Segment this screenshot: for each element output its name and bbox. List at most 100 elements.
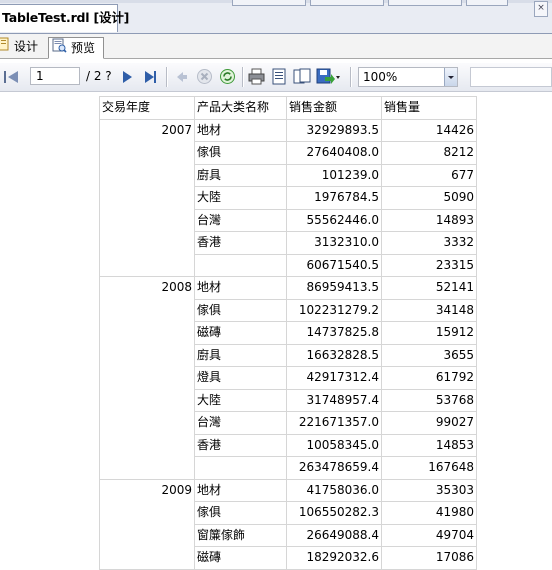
sales-qty-cell: 17086 (381, 546, 477, 570)
current-page-input[interactable]: 1 (30, 67, 80, 85)
page-total-label: / 2 ? (86, 69, 112, 83)
sales-amount-cell: 86959413.5 (286, 276, 382, 300)
toolbar-separator (242, 67, 244, 87)
back-icon[interactable] (176, 71, 188, 83)
sales-amount-cell: 3132310.0 (286, 231, 382, 255)
sales-amount-cell: 1976784.5 (286, 186, 382, 210)
next-page-icon[interactable] (121, 70, 133, 84)
sales-amount-cell: 16632828.5 (286, 343, 382, 367)
sales-qty-cell: 14426 (381, 118, 477, 142)
category-cell: 地材 (194, 478, 287, 502)
column-header: 销售量 (381, 96, 477, 120)
sales-amount-cell: 55562446.0 (286, 208, 382, 232)
tab-design[interactable]: 设计 (0, 37, 44, 57)
background-tab[interactable] (388, 0, 462, 6)
category-cell: 磁磚 (194, 546, 287, 570)
sales-qty-cell: 61792 (381, 366, 477, 390)
report-table-body: 交易年度 产品大类名称 销售金额 销售量 2007 地材 32929893.5 144… (99, 96, 477, 570)
table-row: 2008 地材 86959413.5 52141 (99, 276, 477, 480)
print-layout-icon[interactable] (271, 68, 287, 85)
sales-qty-cell: 5090 (381, 186, 477, 210)
sales-qty-cell: 14853 (381, 433, 477, 457)
column-header: 销售金额 (286, 96, 382, 120)
category-cell: 傢俱 (194, 298, 287, 322)
category-cell: 燈具 (194, 366, 287, 390)
sales-qty-cell: 8212 (381, 141, 477, 165)
report-table: 交易年度 产品大类名称 销售金额 销售量 2007 地材 32929893.5 144… (99, 96, 477, 570)
toolbar-separator (166, 67, 168, 87)
preview-icon (52, 38, 67, 59)
stop-icon[interactable] (196, 68, 213, 85)
sales-amount-cell: 10058345.0 (286, 433, 382, 457)
subtotal-qty-cell: 23315 (381, 253, 477, 277)
sales-qty-cell: 15912 (381, 321, 477, 345)
sales-amount-cell: 18292032.6 (286, 546, 382, 570)
background-tab[interactable] (466, 0, 508, 6)
background-tab[interactable] (310, 0, 384, 6)
sales-qty-cell: 34148 (381, 298, 477, 322)
category-cell: 台灣 (194, 411, 287, 435)
table-row: 2007 地材 32929893.5 14426 (99, 118, 477, 277)
document-tab[interactable]: TableTest.rdl [设计] (0, 4, 129, 32)
document-tab-title: TableTest.rdl [设计] (2, 10, 130, 25)
subtotal-label-cell (194, 456, 287, 480)
first-page-icon[interactable] (4, 70, 20, 84)
design-icon (0, 37, 10, 57)
subtotal-amount-cell: 263478659.4 (286, 456, 382, 480)
category-cell: 磁磚 (194, 321, 287, 345)
sales-amount-cell: 106550282.3 (286, 501, 382, 525)
background-tab[interactable] (232, 0, 306, 6)
export-icon[interactable] (316, 68, 340, 85)
sales-amount-cell: 27640408.0 (286, 141, 382, 165)
sales-amount-cell: 101239.0 (286, 163, 382, 187)
sales-qty-cell: 3332 (381, 231, 477, 255)
report-body: 交易年度 产品大类名称 销售金额 销售量 2007 地材 32929893.5 144… (99, 96, 477, 570)
category-cell: 香港 (194, 433, 287, 457)
category-cell: 傢俱 (194, 501, 287, 525)
category-cell: 傢俱 (194, 141, 287, 165)
tab-preview[interactable]: 预览 (48, 37, 104, 59)
year-cell: 2008 (99, 276, 195, 480)
sales-qty-cell: 49704 (381, 523, 477, 547)
category-cell: 廚具 (194, 163, 287, 187)
column-header: 产品大类名称 (194, 96, 287, 120)
subtotal-label-cell (194, 253, 287, 277)
toolbar-separator (350, 67, 352, 87)
category-cell: 香港 (194, 231, 287, 255)
sales-qty-cell: 99027 (381, 411, 477, 435)
sales-qty-cell: 41980 (381, 501, 477, 525)
last-page-icon[interactable] (144, 70, 158, 84)
category-cell: 大陸 (194, 186, 287, 210)
find-text-input[interactable] (470, 67, 552, 87)
year-cell: 2007 (99, 118, 195, 277)
sales-amount-cell: 14737825.8 (286, 321, 382, 345)
category-cell: 窗簾傢飾 (194, 523, 287, 547)
category-cell: 台灣 (194, 208, 287, 232)
zoom-select[interactable]: 100% (358, 67, 458, 87)
sales-amount-cell: 102231279.2 (286, 298, 382, 322)
sales-qty-cell: 677 (381, 163, 477, 187)
chevron-down-icon[interactable] (444, 68, 457, 86)
sales-amount-cell: 41758036.0 (286, 478, 382, 502)
print-icon[interactable] (248, 68, 265, 85)
header-row: 交易年度 产品大类名称 销售金额 销售量 (99, 96, 477, 120)
category-cell: 廚具 (194, 343, 287, 367)
sales-qty-cell: 3655 (381, 343, 477, 367)
page-setup-icon[interactable] (293, 68, 311, 85)
column-header: 交易年度 (99, 96, 195, 120)
sales-qty-cell: 35303 (381, 478, 477, 502)
sales-amount-cell: 42917312.4 (286, 366, 382, 390)
sales-amount-cell: 31748957.4 (286, 388, 382, 412)
refresh-icon[interactable] (219, 68, 236, 85)
year-cell: 2009 (99, 478, 195, 570)
sales-qty-cell: 53768 (381, 388, 477, 412)
close-icon[interactable]: × (534, 1, 548, 17)
zoom-value: 100% (363, 70, 398, 84)
document-tab-strip: TableTest.rdl [设计] × (0, 0, 552, 34)
category-cell: 大陸 (194, 388, 287, 412)
category-cell: 地材 (194, 118, 287, 142)
tab-design-label: 设计 (14, 39, 39, 54)
sales-amount-cell: 221671357.0 (286, 411, 382, 435)
category-cell: 地材 (194, 276, 287, 300)
sales-amount-cell: 26649088.4 (286, 523, 382, 547)
